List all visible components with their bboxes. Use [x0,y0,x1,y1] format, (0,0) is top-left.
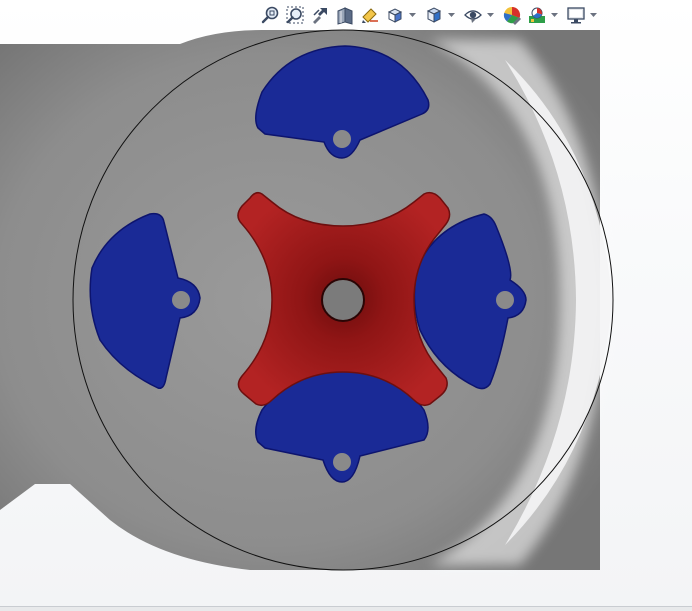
heads-up-view-toolbar [258,3,598,27]
hole-top [333,130,351,148]
chevron-down-icon [409,12,416,17]
display-style-icon [426,7,442,23]
section-view-icon [337,7,353,25]
apply-scene-button[interactable] [525,3,549,27]
status-strip [0,606,692,611]
zoom-to-area-button[interactable] [283,3,307,27]
previous-view-icon [313,8,327,24]
dynamic-annotation-button[interactable] [358,3,382,27]
view-settings-icon [567,7,585,24]
zoom-to-area-icon [286,6,304,24]
chevron-down-icon [590,12,597,17]
display-style-dropdown[interactable] [447,3,456,27]
hole-right [496,291,514,309]
apply-scene-icon [529,7,545,23]
model-scene[interactable] [0,0,692,611]
edit-appearance-icon [503,6,521,25]
edit-appearance-button[interactable] [500,3,524,27]
view-settings-dropdown[interactable] [589,3,598,27]
display-style-button[interactable] [422,3,446,27]
hole-left [172,291,190,309]
chevron-down-icon [487,12,494,17]
view-orientation-icon [387,8,403,23]
graphics-area[interactable] [0,0,692,611]
section-view-button[interactable] [333,3,357,27]
zoom-to-fit-icon [261,6,279,24]
zoom-to-fit-button[interactable] [258,3,282,27]
chevron-down-icon [448,12,455,17]
hide-show-items-dropdown[interactable] [486,3,495,27]
hide-show-items-button[interactable] [461,3,485,27]
previous-view-button[interactable] [308,3,332,27]
chevron-down-icon [551,12,558,17]
view-orientation-button[interactable] [383,3,407,27]
apply-scene-dropdown[interactable] [550,3,559,27]
hole-bottom [333,453,351,471]
hide-show-items-icon [464,10,482,23]
view-orientation-dropdown[interactable] [408,3,417,27]
dynamic-annotation-icon [362,8,378,23]
view-settings-button[interactable] [564,3,588,27]
